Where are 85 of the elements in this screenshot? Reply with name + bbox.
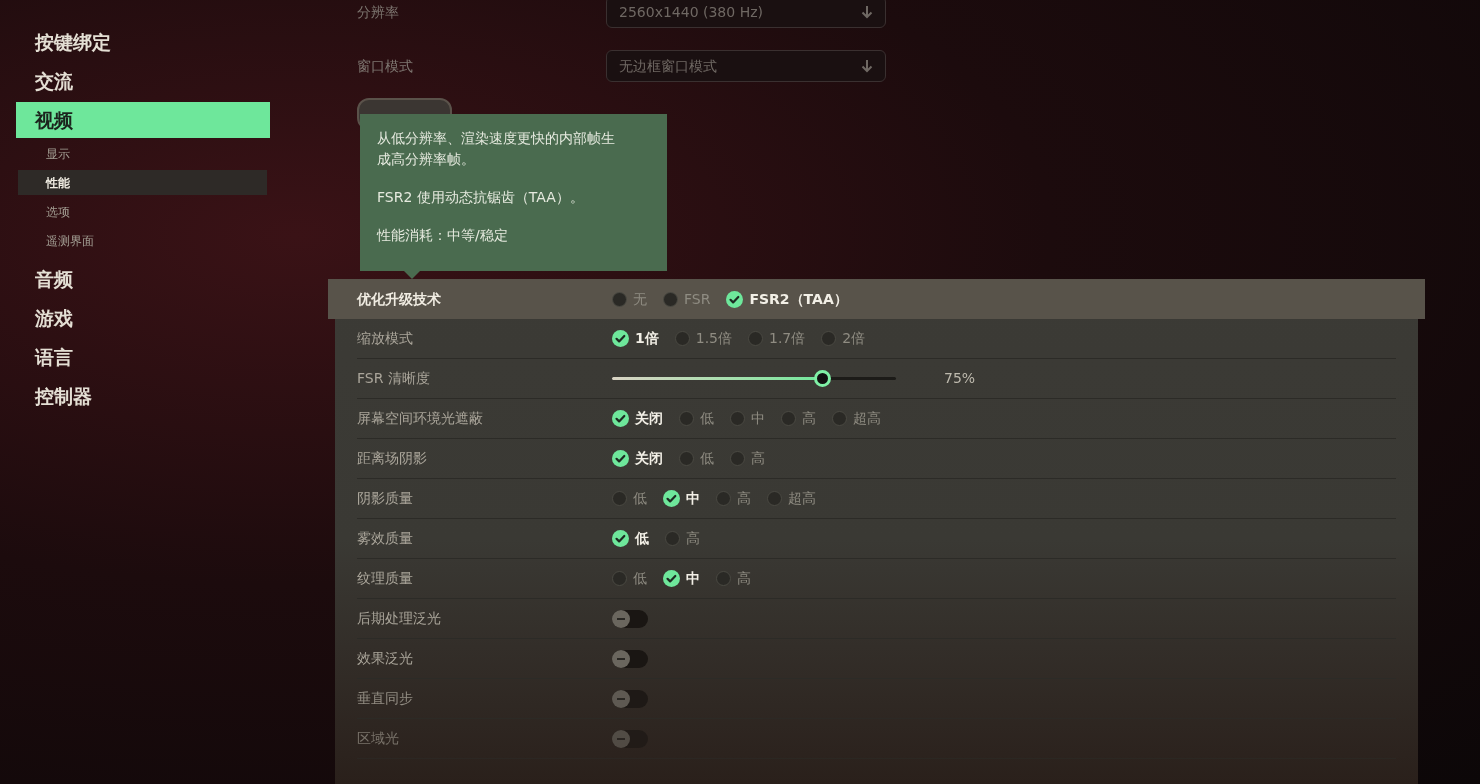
toggle-switch[interactable]: [612, 609, 648, 628]
setting-label: FSR 清晰度: [357, 369, 431, 388]
sidebar-item[interactable]: 音频: [0, 261, 270, 297]
option-label: 低: [633, 489, 647, 508]
radio-button[interactable]: [716, 491, 731, 506]
sidebar-item[interactable]: 按键绑定: [0, 24, 270, 60]
option-label: 关闭: [635, 449, 663, 468]
arrow-down-icon: [861, 5, 873, 19]
radio-button[interactable]: [612, 491, 627, 506]
option-label: 低: [635, 529, 649, 548]
dropdown[interactable]: 无边框窗口模式: [606, 50, 886, 82]
check-icon[interactable]: [612, 530, 629, 547]
sidebar-item[interactable]: 交流: [0, 63, 270, 99]
option-label: 中: [751, 409, 765, 428]
radio-button[interactable]: [821, 331, 837, 346]
setting-label: 雾效质量: [357, 529, 414, 548]
option-label: 高: [686, 529, 700, 548]
option-label: FSR: [684, 289, 711, 309]
radio-button[interactable]: [730, 451, 745, 466]
setting-label: 屏幕空间环境光遮蔽: [357, 409, 484, 428]
option-label: 低: [700, 409, 714, 428]
sidebar-item[interactable]: 视频: [16, 102, 270, 138]
radio-button[interactable]: [832, 411, 847, 426]
setting-label: 效果泛光: [357, 649, 414, 668]
sidebar-subitem[interactable]: 遥测界面: [18, 228, 267, 253]
option-label: 低: [700, 449, 714, 468]
option-label: 超高: [788, 489, 816, 508]
radio-button[interactable]: [665, 531, 680, 546]
radio-button[interactable]: [730, 411, 745, 426]
setting-label: 分辨率: [357, 2, 400, 22]
option-label: 关闭: [635, 409, 663, 428]
slider-handle[interactable]: [814, 370, 832, 387]
slider-value: 75%: [944, 369, 976, 388]
option-label: 1.5倍: [695, 329, 732, 348]
tooltip-text: FSR2 使用动态抗锯齿（TAA）。: [377, 188, 585, 207]
check-icon[interactable]: [612, 410, 629, 427]
radio-button[interactable]: [663, 291, 678, 307]
option-label: 高: [751, 449, 765, 468]
tooltip-text: 性能消耗：中等/稳定: [377, 226, 509, 245]
setting-label: 后期处理泛光: [357, 609, 442, 628]
option-label: 中: [686, 489, 700, 508]
option-label: 低: [633, 569, 647, 588]
setting-label: 缩放模式: [357, 329, 414, 348]
check-icon[interactable]: [663, 490, 680, 507]
sidebar-item[interactable]: 语言: [0, 339, 270, 375]
option-label: 1.7倍: [769, 329, 806, 348]
toggle-switch[interactable]: [612, 649, 648, 668]
setting-label: 纹理质量: [357, 569, 414, 588]
sidebar-item[interactable]: 控制器: [0, 378, 270, 414]
check-icon[interactable]: [612, 450, 629, 467]
option-label: 2倍: [842, 329, 866, 348]
sidebar-item[interactable]: 游戏: [0, 300, 270, 336]
slider[interactable]: [612, 368, 896, 389]
setting-label: 窗口模式: [357, 56, 414, 76]
setting-label: 距离场阴影: [357, 449, 428, 468]
option-label: FSR2（TAA）: [749, 289, 848, 309]
arrow-down-icon: [861, 59, 873, 73]
option-label: 高: [737, 489, 751, 508]
check-icon[interactable]: [663, 570, 680, 587]
setting-label: 优化升级技术: [357, 289, 442, 309]
sidebar-subitem[interactable]: 选项: [18, 199, 267, 224]
option-label: 超高: [853, 409, 881, 428]
option-label: 1倍: [635, 329, 659, 348]
option-label: 中: [686, 569, 700, 588]
check-icon[interactable]: [726, 290, 744, 308]
sidebar-subitem[interactable]: 显示: [18, 141, 267, 166]
setting-label: 垂直同步: [357, 689, 414, 708]
tooltip-text: 从低分辨率、渲染速度更快的内部帧生成高分辨率帧。: [377, 129, 616, 169]
radio-button[interactable]: [748, 331, 763, 346]
radio-button[interactable]: [767, 491, 782, 506]
toggle-switch[interactable]: [612, 729, 648, 748]
radio-button[interactable]: [716, 571, 731, 586]
sidebar-subitem[interactable]: 性能: [18, 170, 267, 195]
option-label: 高: [802, 409, 816, 428]
radio-button[interactable]: [612, 291, 627, 307]
setting-label: 阴影质量: [357, 489, 414, 508]
radio-button[interactable]: [781, 411, 796, 426]
radio-button[interactable]: [679, 411, 694, 426]
radio-button[interactable]: [679, 451, 694, 466]
option-label: 高: [737, 569, 751, 588]
setting-label: 区域光: [357, 729, 400, 748]
radio-button[interactable]: [674, 331, 690, 346]
toggle-switch[interactable]: [612, 689, 648, 708]
check-icon[interactable]: [612, 330, 629, 347]
radio-button[interactable]: [612, 571, 627, 586]
